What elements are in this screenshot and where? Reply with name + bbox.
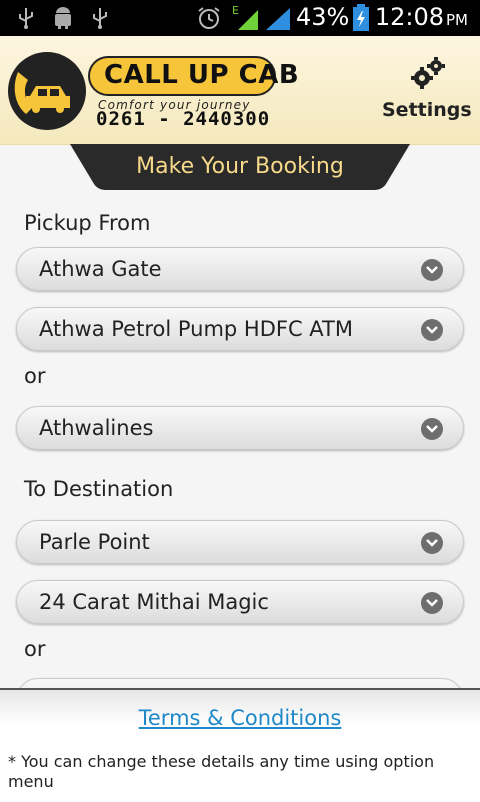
or-label: or (24, 364, 46, 388)
clock: 12:08 PM (375, 3, 468, 31)
destination-landmark-value: 24 Carat Mithai Magic (39, 590, 269, 614)
chevron-down-icon (421, 592, 443, 614)
pickup-alt-select[interactable]: Athwalines (16, 406, 464, 450)
or-label: or (24, 637, 46, 661)
usb-icon (16, 6, 36, 34)
pickup-landmark-value: Athwa Petrol Pump HDFC ATM (39, 317, 353, 341)
clock-ampm: PM (446, 11, 468, 29)
chevron-down-icon (421, 418, 443, 440)
status-bar: E 43% 12:08 PM (0, 0, 480, 36)
destination-landmark-select[interactable]: 24 Carat Mithai Magic (16, 580, 464, 624)
android-debug-icon (52, 6, 74, 34)
logo-circle (8, 52, 86, 130)
taxi-logo-icon (14, 72, 70, 114)
terms-link[interactable]: Terms & Conditions (0, 706, 480, 730)
settings-button[interactable]: Settings (382, 54, 472, 126)
settings-label: Settings (382, 99, 472, 121)
app-header: CALL UP CAB Comfort your journey 0261 - … (0, 36, 480, 145)
chevron-down-icon (421, 319, 443, 341)
signal-icon (264, 4, 292, 36)
alarm-icon (196, 6, 222, 34)
network-type-label: E (232, 4, 239, 17)
pickup-area-value: Athwa Gate (39, 257, 162, 281)
pickup-area-select[interactable]: Athwa Gate (16, 247, 464, 291)
tab-title: Make Your Booking (136, 154, 344, 179)
pickup-landmark-select[interactable]: Athwa Petrol Pump HDFC ATM (16, 307, 464, 351)
clock-time: 12:08 (374, 3, 444, 31)
booking-tab-header: Make Your Booking (0, 144, 480, 192)
pickup-label: Pickup From (24, 211, 151, 235)
gears-icon (411, 57, 445, 89)
logo-title: CALL UP CAB (104, 60, 300, 90)
logo-phone: 0261 - 2440300 (96, 108, 271, 130)
footer-note: * You can change these details any time … (8, 752, 435, 791)
usb-icon (90, 6, 110, 34)
footer: Terms & Conditions * You can change thes… (0, 688, 480, 802)
signal-icon: E (232, 4, 260, 36)
chevron-down-icon (421, 532, 443, 554)
pickup-alt-value: Athwalines (39, 416, 154, 440)
destination-area-select[interactable]: Parle Point (16, 520, 464, 564)
battery-charging-icon (352, 4, 370, 36)
destination-label: To Destination (24, 477, 174, 501)
battery-percent: 43% (296, 3, 350, 31)
destination-area-value: Parle Point (39, 530, 150, 554)
chevron-down-icon (421, 259, 443, 281)
